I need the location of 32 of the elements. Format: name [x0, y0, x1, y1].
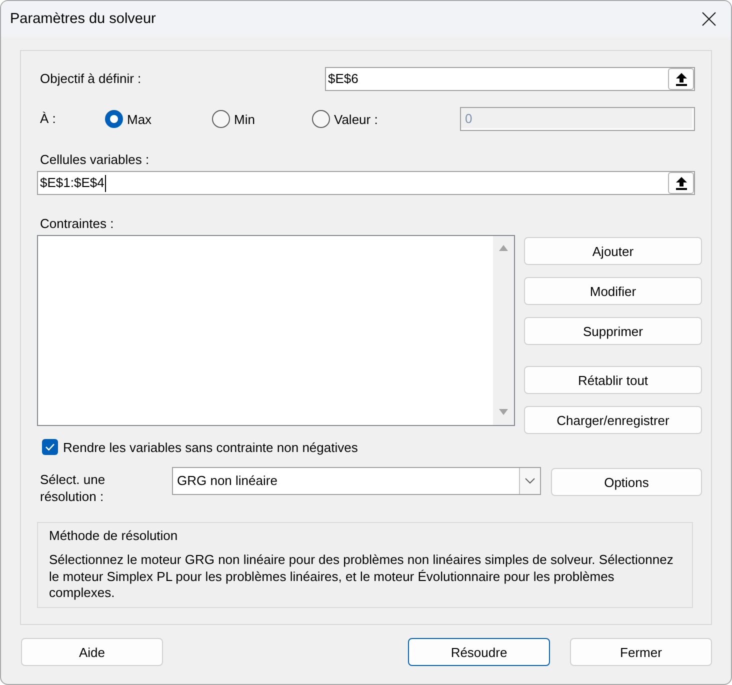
help-button[interactable]: Aide	[21, 638, 163, 666]
variables-field[interactable]: $E$1:$E$4	[37, 171, 695, 195]
method-title: Méthode de résolution	[49, 527, 179, 544]
range-button[interactable]	[668, 68, 694, 90]
range-button[interactable]	[668, 172, 694, 194]
reset-all-button[interactable]: Rétablir tout	[524, 366, 702, 394]
close-dialog-button[interactable]: Fermer	[570, 638, 712, 666]
checkbox[interactable]	[42, 439, 58, 455]
checkbox-label: Rendre les variables sans contrainte non négatives	[63, 440, 358, 454]
window-title: Paramètres du solveur	[9, 11, 156, 27]
solve-button[interactable]: Résoudre	[408, 638, 550, 666]
constraints-label: Contraintes :	[39, 216, 114, 231]
modify-button[interactable]: Modifier	[524, 277, 702, 305]
method-description: Sélectionnez le moteur GRG non linéaire pour des problèmes non linéaires simples de solveur. Sélectionnez le moteur Simplex PL pour les problèmes linéaires, et le moteur Évolutionnaire pour les problèmes complexes.	[49, 552, 674, 602]
delete-button[interactable]: Supprimer	[524, 317, 702, 345]
radio-label: Valeur :	[334, 112, 378, 126]
radio-label: Max	[127, 112, 152, 126]
upload-icon	[676, 176, 686, 190]
upload-icon	[676, 72, 686, 86]
solving-method-dropdown[interactable]: GRG non linéaire	[172, 467, 541, 495]
close-icon	[702, 12, 716, 26]
variables-label: Cellules variables :	[39, 152, 150, 167]
add-button[interactable]: Ajouter	[524, 237, 702, 265]
solving-method-label: Sélect. une résolution :	[40, 471, 106, 505]
target-label: À :	[39, 110, 57, 128]
radio-label: Min	[234, 112, 255, 126]
objective-label: Objectif à définir :	[39, 70, 142, 88]
check-icon	[45, 443, 55, 451]
options-button[interactable]: Options	[551, 468, 702, 496]
chevron-down-icon	[525, 478, 535, 484]
load-save-button[interactable]: Charger/enregistrer	[524, 406, 702, 434]
objective-field[interactable]: $E$6	[325, 67, 695, 91]
